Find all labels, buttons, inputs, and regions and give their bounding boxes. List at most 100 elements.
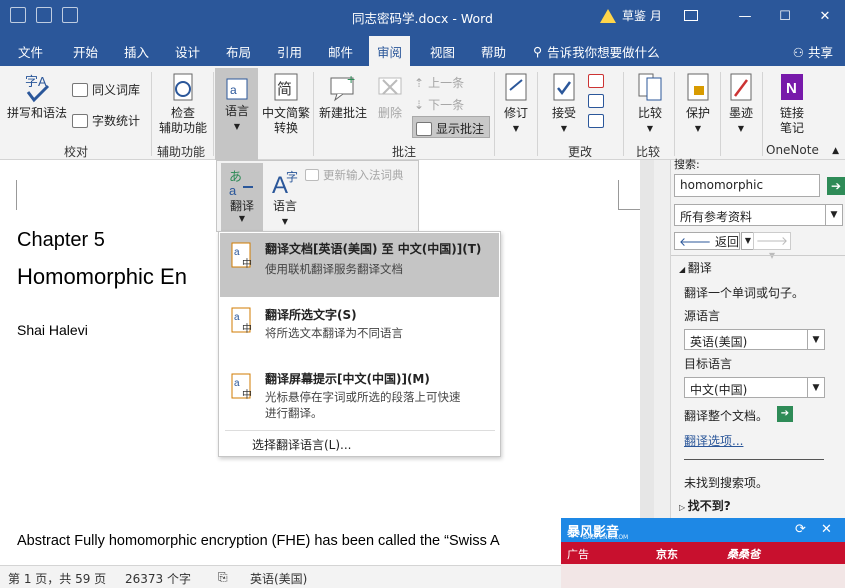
margin-mark — [16, 180, 17, 210]
menu-item-translate-selection[interactable]: a中 翻译所选文字(S) 将所选文本翻译为不同语言 — [220, 300, 499, 360]
ad-banner[interactable]: 广告 京东 桑桑爸 — [561, 542, 845, 564]
track-label: 修订 — [503, 106, 528, 120]
delete-comment-button[interactable]: 删除 — [372, 72, 408, 121]
source-language-select[interactable]: 英语(美国) ▼ — [684, 329, 825, 350]
delete-label: 删除 — [377, 106, 402, 120]
ribbon-display-icon[interactable] — [683, 10, 698, 21]
reference-scope-select[interactable]: 所有参考资料 ▼ — [674, 204, 843, 226]
reject-icon[interactable] — [588, 74, 604, 88]
chevron-down-icon: ▼ — [807, 378, 824, 397]
translate-whole-doc-button[interactable]: ➔ — [777, 406, 793, 422]
proofing-status-icon[interactable]: ⎘ — [218, 570, 228, 585]
tab-home[interactable]: 开始 — [73, 42, 98, 61]
title-bar: 同志密码学.docx - Word 草鉴 月 — ☐ ✕ — [0, 0, 845, 33]
tab-view[interactable]: 视图 — [430, 42, 455, 61]
abstract-line[interactable]: Abstract Fully homomorphic encryption (F… — [17, 533, 500, 549]
refresh-icon[interactable]: ⟳ — [795, 522, 806, 537]
tab-file[interactable]: 文件 — [18, 42, 43, 61]
tab-layout[interactable]: 布局 — [226, 42, 251, 61]
tell-me-search[interactable]: ⚲ 告诉我你想要做什么 — [533, 42, 660, 61]
source-language-value: 英语(美国) — [690, 335, 748, 349]
group-compare: 比较 — [636, 145, 661, 159]
translate-document-icon: a中 — [231, 242, 252, 270]
close-button[interactable]: ✕ — [805, 0, 845, 33]
forward-button[interactable]: 🡒 ▾ — [753, 232, 791, 262]
target-language-select[interactable]: 中文(中国) ▼ — [684, 377, 825, 398]
check-accessibility-button[interactable]: 检查 辅助功能 — [155, 72, 211, 136]
language-dropdown: あa 翻译 ▼ A字 语言 ▼ 更新输入法词典 — [216, 160, 419, 232]
author-line[interactable]: Shai Halevi — [17, 322, 88, 338]
share-button[interactable]: ⚇ 共享 — [793, 42, 833, 61]
tab-insert[interactable]: 插入 — [124, 42, 149, 61]
ink-label: 墨迹 — [728, 106, 753, 120]
language-button[interactable]: a 语言 ▼ — [216, 76, 258, 134]
page-count[interactable]: 第 1 页，共 59 页 — [8, 570, 106, 587]
ribbon: 字A 拼写和语法 同义词库 字数统计 校对 检查 辅助功能 辅助功能 a 语言 … — [0, 66, 845, 160]
menu-item-translate-mini[interactable]: a中 翻译屏幕提示[中文(中国)](M) 光标悬停在字词或所选的段落上可快速 进… — [220, 364, 499, 428]
menu-item-choose-language[interactable]: 选择翻译语言(L)... — [220, 434, 499, 454]
accept-button[interactable]: 接受 ▼ — [544, 72, 584, 136]
protect-button[interactable]: 保护 ▼ — [678, 72, 718, 136]
previous-change-icon[interactable] — [588, 94, 604, 108]
tell-me-label: 告诉我你想要做什么 — [547, 45, 660, 60]
ad-image[interactable] — [561, 564, 845, 588]
chapter-heading[interactable]: Chapter 5 — [17, 229, 105, 252]
search-go-button[interactable]: ➔ — [827, 177, 845, 195]
next-comment-icon: ⇣ — [414, 97, 425, 112]
tab-help[interactable]: 帮助 — [481, 42, 506, 61]
next-comment-button[interactable]: ⇣ 下一条 — [414, 96, 464, 113]
lightbulb-icon: ⚲ — [533, 44, 543, 59]
language-sub-button[interactable]: A字 语言 ▼ — [265, 167, 305, 229]
search-input[interactable]: homomorphic — [674, 174, 820, 197]
menu-item-translate-document[interactable]: a中 翻译文档[英语(美国) 至 中文(中国)](T) 使用联机翻译服务翻译文档 — [220, 233, 499, 297]
previous-comment-button[interactable]: ⇡ 上一条 — [414, 74, 464, 91]
tab-review[interactable]: 审阅 — [369, 36, 411, 66]
translation-options-link[interactable]: 翻译选项... — [684, 432, 743, 449]
next-label: 下一条 — [428, 98, 465, 112]
tab-design[interactable]: 设计 — [175, 42, 200, 61]
linked-label-1: 链接 — [779, 106, 804, 120]
group-divider — [313, 72, 314, 156]
translate-selection-title: 翻译所选文字(S) — [265, 308, 357, 322]
word-count[interactable]: 26373 个字 — [125, 570, 191, 587]
ink-button[interactable]: 墨迹 ▼ — [723, 72, 759, 136]
chevron-down-icon: ▼ — [560, 124, 568, 133]
ad-popup[interactable]: 暴风影音 BAOFENG.COM ⟳ ✕ 广告 京东 桑桑爸 — [561, 518, 845, 588]
book-icon — [72, 82, 88, 97]
group-divider — [623, 72, 624, 156]
language-icon: a — [226, 78, 248, 100]
close-icon[interactable]: ✕ — [821, 522, 832, 537]
maximize-button[interactable]: ☐ — [765, 0, 805, 33]
not-found-text: 未找到搜索项。 — [684, 476, 769, 490]
thesaurus-button[interactable]: 同义词库 — [72, 81, 140, 98]
translate-section-header[interactable]: ◢ 翻译 — [679, 259, 712, 276]
collapse-ribbon-icon[interactable]: ▲ — [832, 146, 839, 156]
cant-find-section[interactable]: ▷ 找不到? — [679, 497, 731, 514]
track-changes-button[interactable]: 修订 ▼ — [498, 72, 534, 136]
svg-text:a: a — [234, 378, 240, 389]
word-count-button[interactable]: 字数统计 — [72, 112, 140, 129]
user-account[interactable]: 草鉴 月 — [600, 7, 698, 24]
show-comments-button[interactable]: 显示批注 — [416, 120, 484, 137]
update-ime-button[interactable]: 更新输入法词典 — [305, 167, 404, 183]
spelling-grammar-button[interactable]: 字A 拼写和语法 — [6, 72, 68, 121]
status-language[interactable]: 英语(美国) — [250, 570, 307, 587]
check-label-1: 检查 — [170, 106, 195, 120]
pane-divider — [671, 255, 845, 256]
next-change-icon[interactable] — [588, 114, 604, 128]
tab-references[interactable]: 引用 — [277, 42, 302, 61]
trad-simp-convert-button[interactable]: 简 中文简繁 转换 — [261, 72, 311, 136]
warning-icon[interactable] — [600, 8, 616, 23]
new-comment-button[interactable]: + 新建批注 — [316, 72, 370, 121]
user-name[interactable]: 草鉴 月 — [622, 7, 662, 24]
person-icon: ⚇ — [792, 45, 808, 60]
vertical-scrollbar[interactable] — [654, 160, 670, 565]
compare-button[interactable]: 比较 ▼ — [630, 72, 670, 136]
minimize-button[interactable]: — — [725, 0, 765, 33]
chevron-down-icon: ▼ — [238, 214, 246, 223]
tab-mailings[interactable]: 邮件 — [328, 42, 353, 61]
linked-notes-button[interactable]: N 链接 笔记 — [768, 72, 816, 136]
back-button[interactable]: 🡐 返回 — [674, 232, 740, 250]
translate-button[interactable]: あa 翻译 ▼ — [221, 163, 263, 231]
title-heading[interactable]: Homomorphic En — [17, 264, 187, 290]
